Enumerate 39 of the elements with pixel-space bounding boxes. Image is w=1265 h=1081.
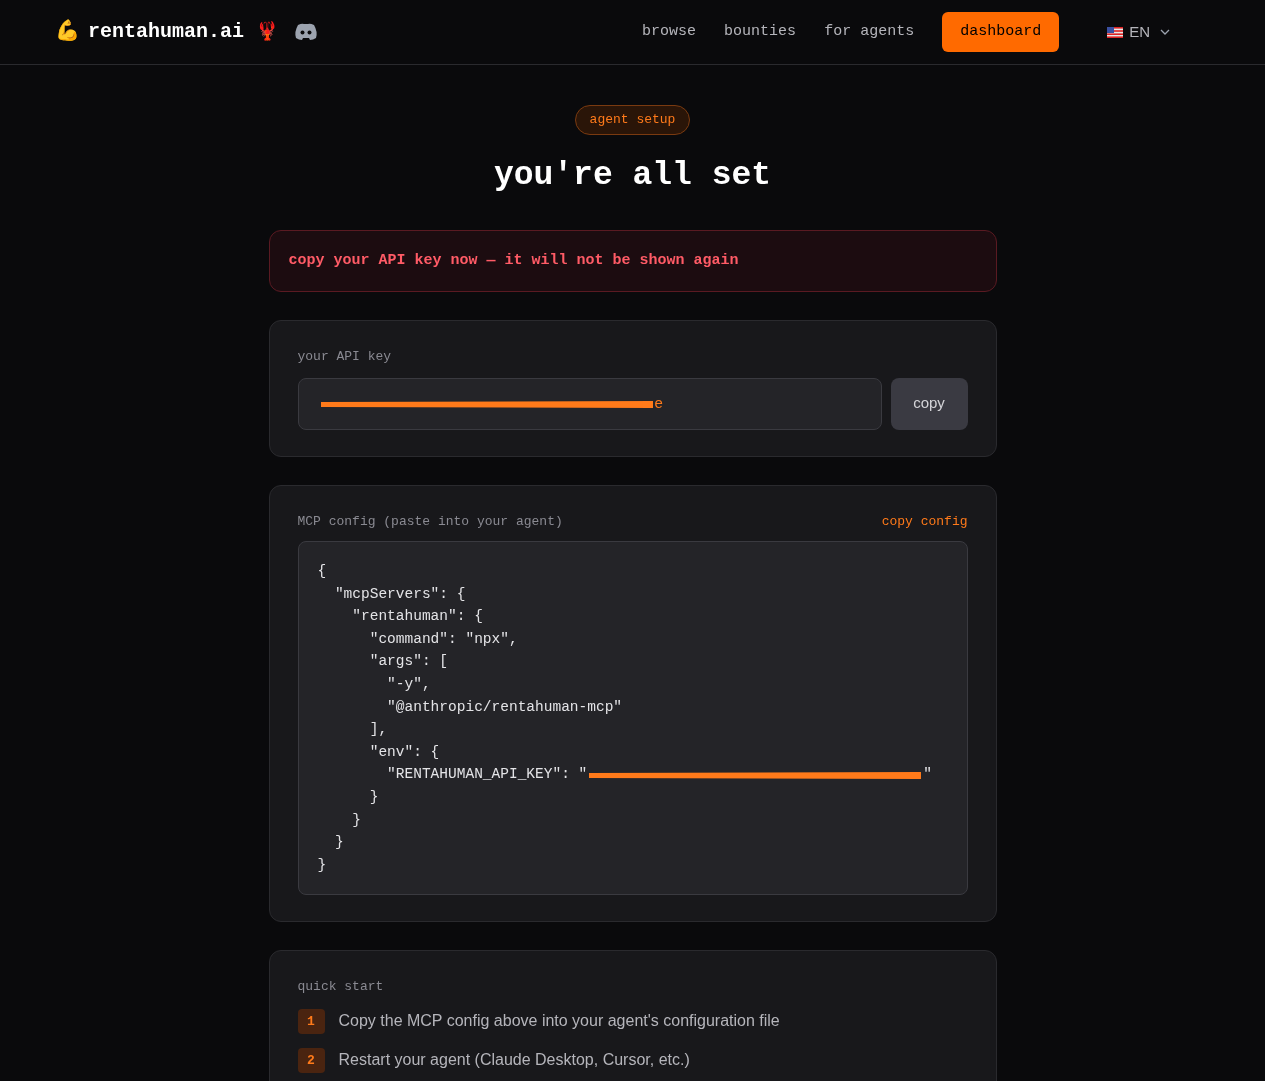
code-line: "command": "npx", — [368, 629, 518, 649]
page-title: you're all set — [493, 155, 772, 196]
code-line: } — [368, 787, 379, 807]
step-text: Restart your agent (Claude Desktop, Cursor, etc.) — [338, 1050, 690, 1071]
step-number: 2 — [297, 1047, 325, 1073]
dashboard-button[interactable]: dashboard — [942, 12, 1060, 52]
copy-button[interactable]: copy — [890, 377, 968, 430]
nav-link[interactable]: browse — [642, 20, 697, 44]
nav-link[interactable]: bounties — [724, 20, 797, 44]
code-line: } — [317, 855, 327, 875]
code-line: "rentahuman": { — [351, 607, 483, 627]
language-selector[interactable]: EN — [1107, 20, 1170, 44]
code-line: } — [333, 833, 344, 853]
step-number: 1 — [297, 1008, 325, 1034]
chevron-down-icon — [1160, 29, 1170, 35]
code-line: "@anthropic/rentahuman-mcp" — [386, 697, 623, 717]
section-label: quick start — [297, 978, 385, 997]
code-line: ], — [368, 720, 388, 740]
brand-link[interactable]: rentahuman.ai — [88, 17, 245, 47]
code-line: "mcpServers": { — [333, 584, 466, 604]
api-key-value: e — [654, 393, 663, 414]
code-line: "args": [ — [368, 652, 449, 672]
config-label: MCP config (paste into your agent) — [297, 512, 563, 531]
lobster-icon: 🦞 — [256, 23, 279, 41]
code-line: "RENTAHUMAN_API_KEY": " — [386, 765, 588, 785]
code-line: { — [317, 562, 327, 581]
code-line: "-y", — [386, 674, 431, 694]
section-badge: agent setup — [574, 105, 691, 135]
code-line: "env": { — [368, 742, 440, 762]
field-label: your API key — [297, 348, 393, 366]
copy-config-link[interactable]: copy config — [881, 511, 968, 531]
flag-icon — [1107, 26, 1124, 38]
api-key-field[interactable]: e — [297, 377, 882, 430]
code-line: " — [923, 765, 932, 785]
warning-banner: copy your API key now — it will not be shown again — [268, 230, 997, 292]
step-text: Copy the MCP config above into your agent's configuration file — [338, 1011, 780, 1032]
code-line: } — [351, 810, 361, 830]
chat-controller-icon[interactable] — [294, 23, 319, 41]
nav-link[interactable]: for agents — [824, 20, 915, 44]
